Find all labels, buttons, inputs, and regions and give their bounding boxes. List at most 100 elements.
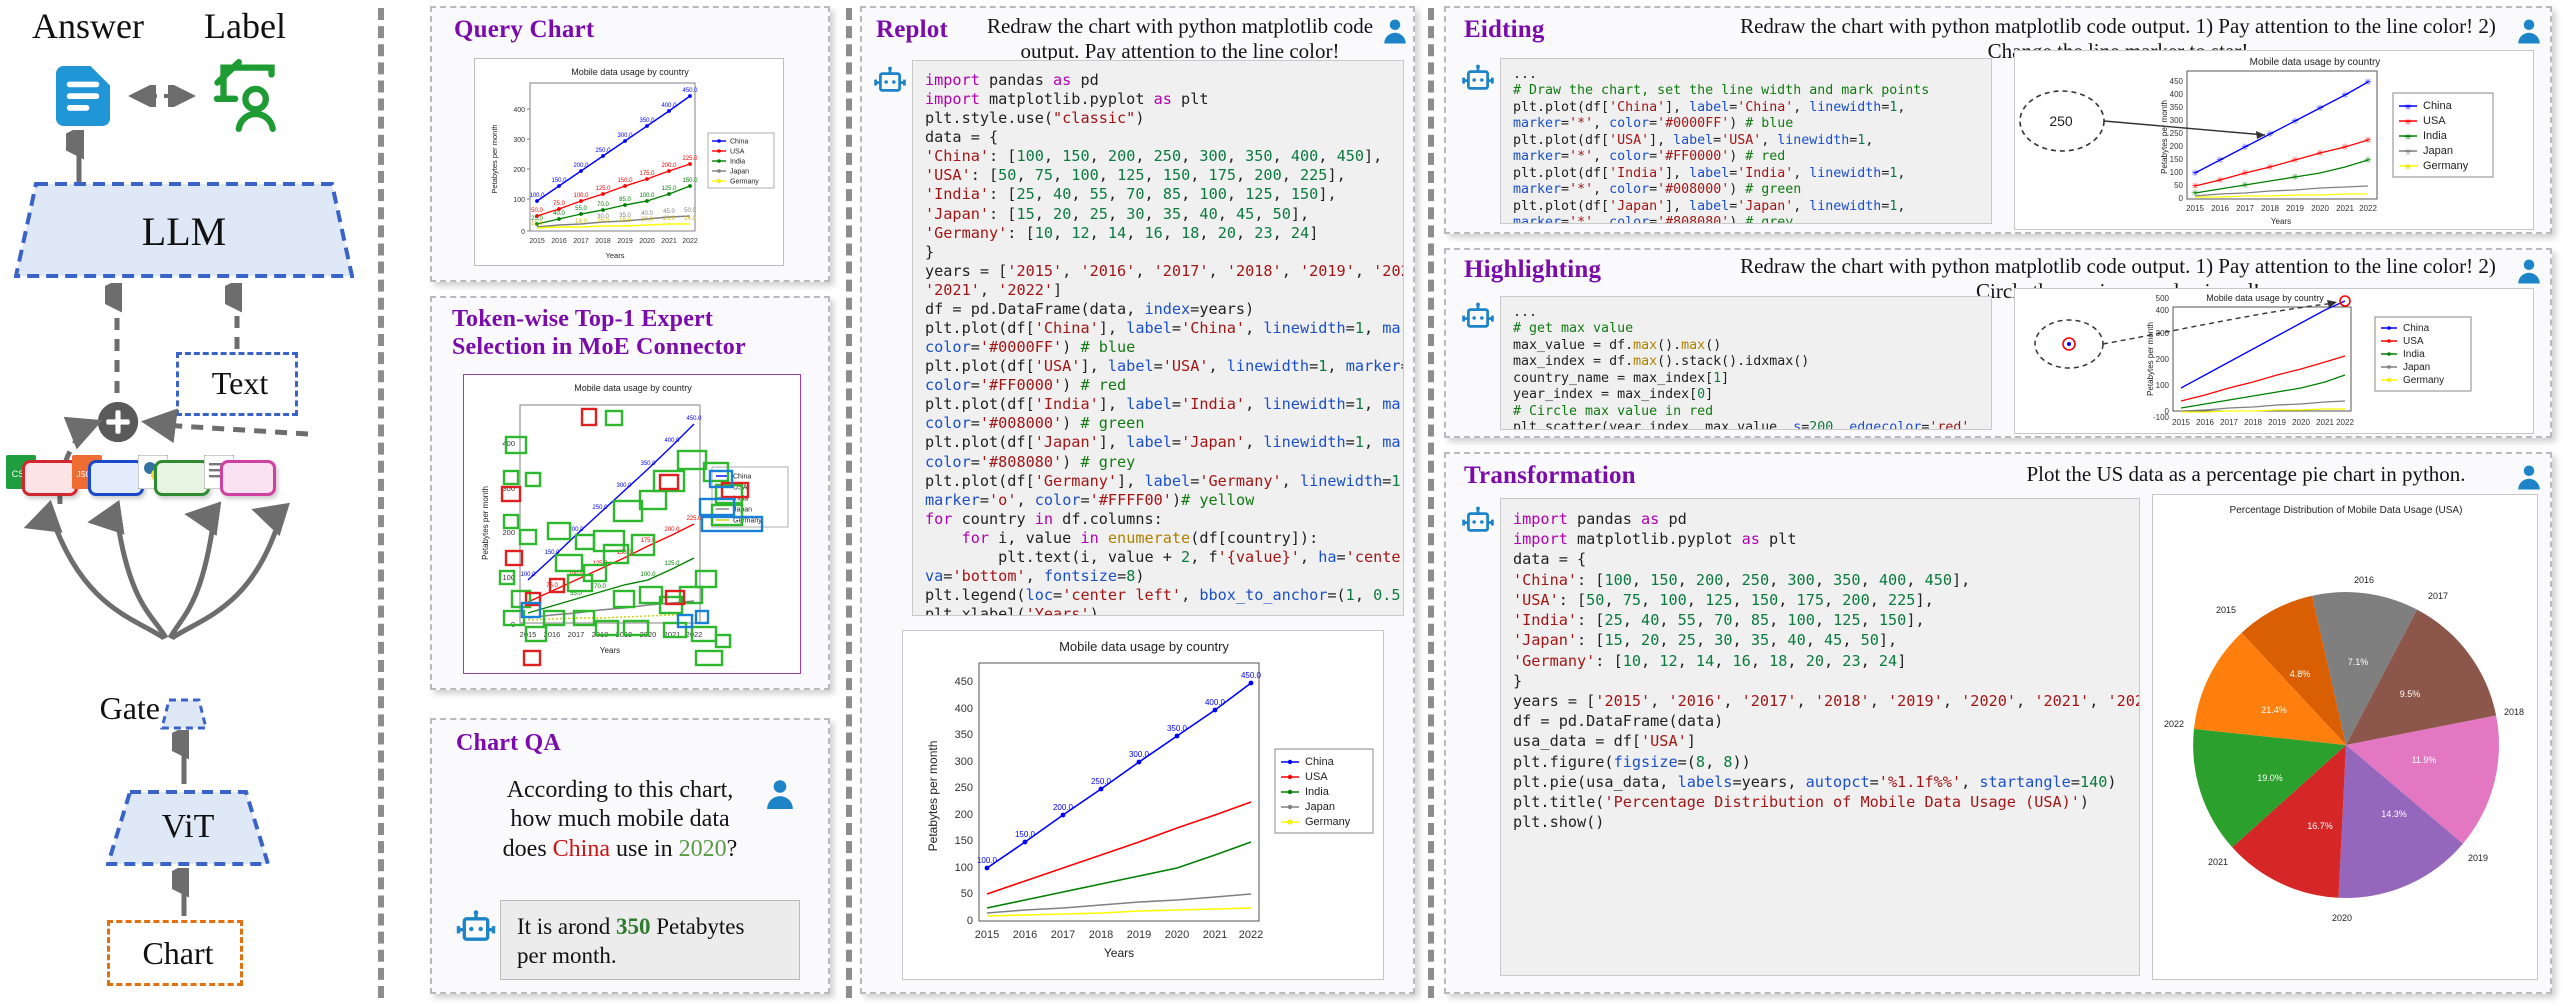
column-divider-3: [1428, 8, 1434, 998]
svg-text:250: 250: [955, 782, 973, 794]
svg-text:225.0: 225.0: [682, 156, 698, 162]
vit-to-gate-arrow: [172, 730, 196, 791]
svg-text:200: 200: [955, 809, 973, 821]
svg-text:✳: ✳: [2216, 176, 2224, 186]
svg-text:500: 500: [2156, 294, 2170, 303]
qa-question-line3-post: ?: [727, 836, 738, 862]
qa-question-line3-pre: does: [503, 836, 553, 862]
chart-to-vit-arrow: [172, 868, 196, 923]
panel-highlighting: Highlighting Redraw the chart with pytho…: [1444, 248, 2552, 438]
svg-text:200.0: 200.0: [664, 527, 680, 533]
svg-text:250: 250: [2170, 129, 2184, 138]
svg-text:125.0: 125.0: [664, 561, 680, 567]
svg-text:24.0: 24.0: [684, 216, 696, 222]
svg-text:0: 0: [967, 915, 973, 927]
svg-text:75.0: 75.0: [546, 583, 558, 589]
svg-text:China: China: [733, 474, 751, 481]
svg-text:Years: Years: [600, 646, 620, 655]
svg-text:450: 450: [955, 676, 973, 688]
svg-text:14.3%: 14.3%: [2381, 809, 2407, 819]
svg-text:350.0: 350.0: [639, 118, 655, 124]
highlighting-annotation: [2035, 300, 2337, 368]
svg-text:✳: ✳: [2404, 132, 2412, 142]
svg-text:USA: USA: [2403, 336, 2424, 347]
svg-text:Mobile data usage by country: Mobile data usage by country: [2250, 57, 2381, 68]
svg-text:100: 100: [2170, 168, 2184, 177]
svg-text:350: 350: [955, 729, 973, 741]
panel-transformation: Transformation Plot the US data as a per…: [1444, 452, 2552, 994]
svg-text:200: 200: [2156, 355, 2170, 364]
svg-text:2017: 2017: [573, 238, 589, 245]
svg-text:2020: 2020: [2311, 204, 2329, 213]
svg-text:2017: 2017: [2220, 418, 2238, 427]
svg-text:350: 350: [2170, 103, 2184, 112]
svg-text:2015: 2015: [2172, 418, 2190, 427]
svg-text:Petabytes per month: Petabytes per month: [2160, 100, 2169, 174]
highlighting-output-figure: Mobile data usage by country -1000 10020…: [2014, 288, 2534, 434]
svg-text:450.0: 450.0: [686, 416, 702, 422]
svg-text:200: 200: [2170, 142, 2184, 151]
svg-text:400.0: 400.0: [1205, 698, 1226, 707]
svg-text:100.0: 100.0: [520, 572, 536, 578]
svg-text:2016: 2016: [2196, 418, 2214, 427]
svg-text:20.0: 20.0: [641, 217, 653, 223]
svg-text:✳: ✳: [2341, 143, 2349, 153]
svg-text:350.0: 350.0: [640, 461, 656, 467]
svg-text:China: China: [2423, 100, 2453, 112]
panel-chart-qa: Chart QA According to this chart, how mu…: [430, 718, 830, 994]
svg-text:300.0: 300.0: [1129, 750, 1150, 759]
svg-text:450.0: 450.0: [682, 88, 698, 94]
svg-text:Japan: Japan: [1305, 801, 1335, 813]
expert-block-1: [22, 460, 78, 496]
svg-text:18.0: 18.0: [619, 218, 631, 224]
text-to-fusion-arrow: [132, 404, 312, 453]
text-label: Text: [179, 365, 301, 402]
qa-answer-line2: per month.: [517, 943, 617, 968]
svg-text:21.4%: 21.4%: [2261, 705, 2287, 715]
svg-text:150.0: 150.0: [1015, 830, 1036, 839]
svg-text:2019: 2019: [2268, 418, 2286, 427]
panel-editing: Eidting Redraw the chart with python mat…: [1444, 6, 2552, 234]
svg-text:300: 300: [502, 484, 515, 493]
svg-text:✳: ✳: [2241, 169, 2249, 179]
svg-text:✳: ✳: [2266, 163, 2274, 173]
transformation-title: Transformation: [1464, 462, 1636, 490]
svg-text:2022: 2022: [1239, 929, 1263, 941]
svg-text:50.0: 50.0: [531, 208, 543, 214]
svg-text:0: 0: [2179, 194, 2184, 203]
svg-text:✳: ✳: [2191, 189, 2199, 199]
svg-text:300: 300: [955, 756, 973, 768]
svg-text:225.0: 225.0: [686, 516, 702, 522]
svg-text:2022: 2022: [2359, 204, 2377, 213]
qa-question-country: China: [553, 836, 610, 862]
user-icon-replot: [1380, 16, 1410, 46]
svg-text:2022: 2022: [682, 238, 698, 245]
svg-text:450.0: 450.0: [1241, 671, 1262, 680]
expert-block-2: [88, 460, 144, 496]
svg-text:Mobile data usage by country: Mobile data usage by country: [2206, 293, 2324, 303]
bot-icon-editing: [1460, 64, 1496, 96]
bot-icon-highlighting: [1460, 302, 1496, 334]
pie-chart-svg: Percentage Distribution of Mobile Data U…: [2153, 495, 2539, 981]
svg-text:✳: ✳: [2216, 156, 2224, 166]
svg-text:70.0: 70.0: [594, 584, 606, 590]
moe-chart-figure: Mobile data usage by country 0100 200300…: [463, 374, 801, 674]
user-icon-highlighting: [2514, 256, 2544, 286]
svg-text:2017: 2017: [2428, 591, 2448, 601]
svg-text:Japan: Japan: [2403, 362, 2430, 373]
svg-text:200.0: 200.0: [661, 163, 677, 169]
user-icon-transformation: [2514, 462, 2544, 492]
svg-text:✳: ✳: [2341, 91, 2349, 101]
svg-text:350.0: 350.0: [1167, 724, 1188, 733]
svg-text:2019: 2019: [2286, 204, 2304, 213]
answer-label-compare-arrow: [122, 85, 202, 112]
svg-text:2022: 2022: [2164, 719, 2184, 729]
svg-text:23.0: 23.0: [663, 216, 675, 222]
svg-text:150.0: 150.0: [682, 178, 698, 184]
svg-text:200: 200: [502, 528, 515, 537]
svg-text:2018: 2018: [2244, 418, 2262, 427]
qa-question-line1: According to this chart,: [507, 777, 734, 803]
svg-text:Petabytes per month: Petabytes per month: [926, 741, 940, 852]
svg-text:India: India: [2423, 130, 2448, 142]
panel-moe-selection: Token-wise Top-1 Expert Selection in MoE…: [430, 296, 830, 690]
